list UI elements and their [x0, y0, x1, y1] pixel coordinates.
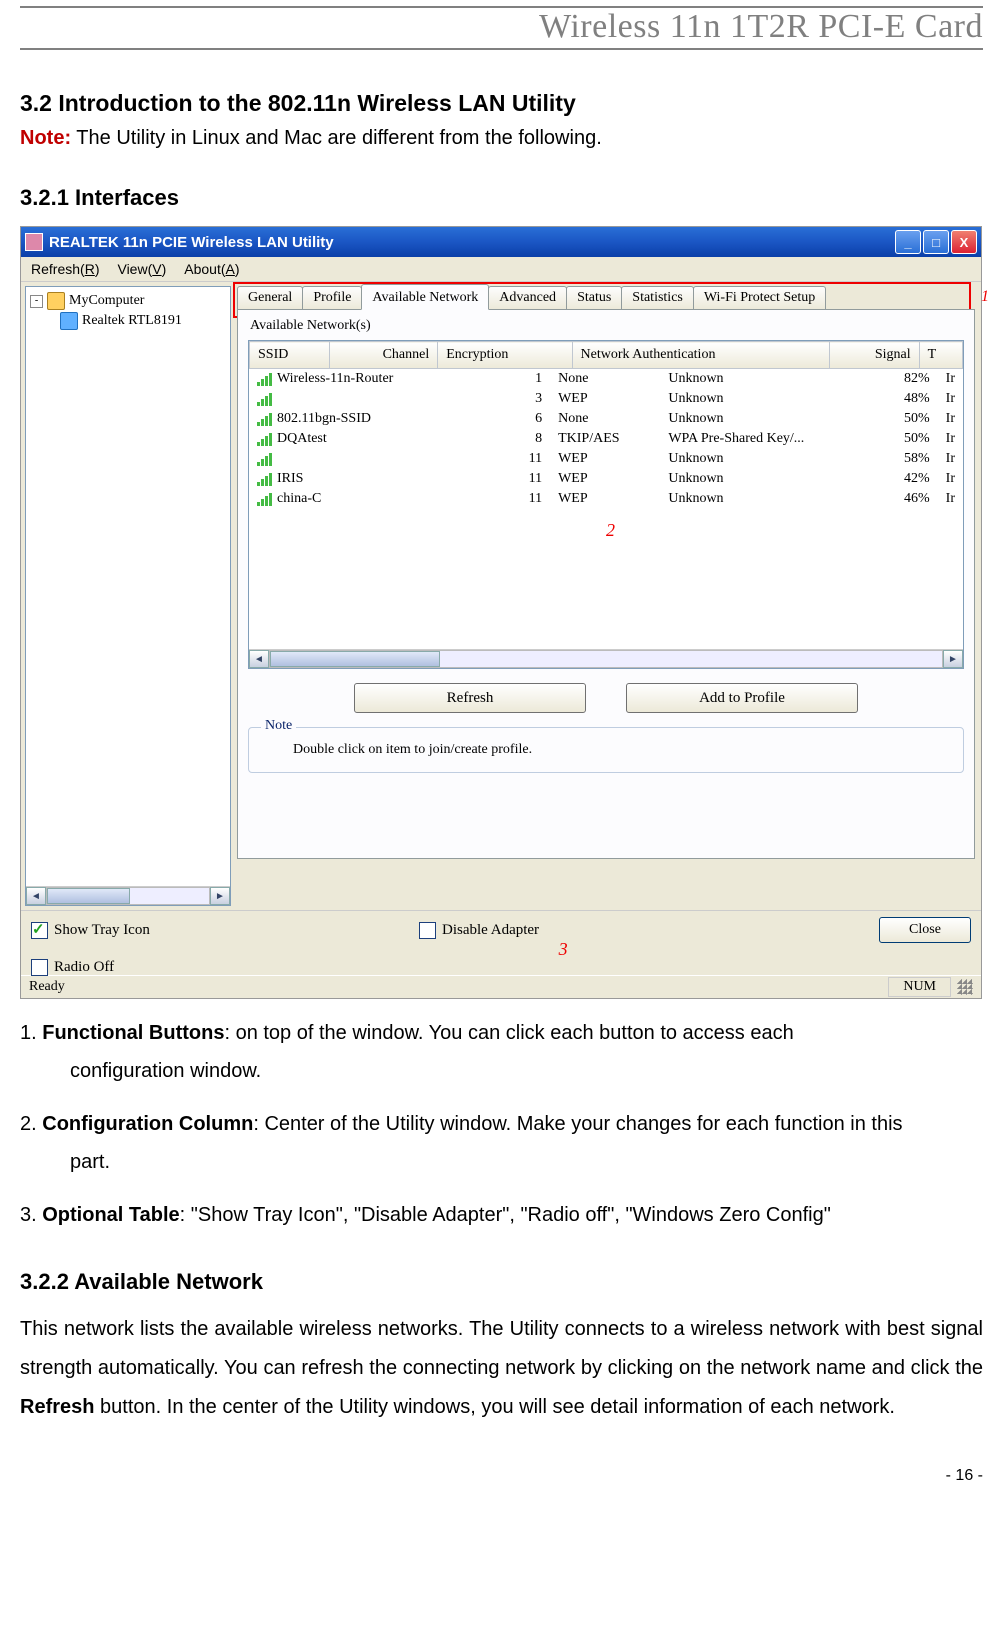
table-row[interactable]: china-C11WEPUnknown46%Ir — [249, 489, 963, 509]
status-ready: Ready — [29, 979, 65, 995]
table-scroll-thumb[interactable] — [270, 651, 440, 667]
tab-statistics[interactable]: Statistics — [621, 286, 694, 310]
page-header: Wireless 11n 1T2R PCI-E Card — [20, 6, 983, 50]
available-network-para: This network lists the available wireles… — [20, 1310, 983, 1427]
tab-general[interactable]: General — [237, 286, 303, 310]
note-box-title: Note — [261, 718, 296, 734]
computer-icon — [47, 292, 65, 310]
option-bar: 3 Show Tray Icon Disable Adapter Close R… — [21, 910, 981, 975]
status-num: NUM — [888, 977, 951, 997]
scroll-track[interactable] — [46, 887, 210, 905]
desc-2: 2. Configuration Column: Center of the U… — [20, 1105, 983, 1181]
desc-3: 3. Optional Table: "Show Tray Icon", "Di… — [20, 1196, 983, 1234]
callout-3: 3 — [559, 939, 568, 960]
network-table[interactable]: SSID Channel Encryption Network Authenti… — [249, 341, 963, 369]
menu-view[interactable]: View(V) — [117, 261, 166, 277]
col-channel[interactable]: Channel — [330, 342, 438, 369]
col-encryption[interactable]: Encryption — [438, 342, 572, 369]
label-radio-off: Radio Off — [54, 959, 114, 976]
label-disable-adapter: Disable Adapter — [442, 922, 539, 939]
table-row[interactable]: DQAtest8TKIP/AESWPA Pre-Shared Key/...50… — [249, 429, 963, 449]
scroll-right-icon[interactable]: ► — [210, 887, 230, 905]
minimize-button[interactable]: _ — [895, 230, 921, 254]
note-label: Note: — [20, 127, 71, 149]
table-scroll-left-icon[interactable]: ◄ — [249, 650, 269, 668]
scroll-left-icon[interactable]: ◄ — [26, 887, 46, 905]
tab-wps[interactable]: Wi-Fi Protect Setup — [693, 286, 826, 310]
adapter-icon — [60, 312, 78, 330]
fieldset-title: Available Network(s) — [250, 318, 964, 334]
table-scroll-track[interactable] — [269, 650, 943, 668]
window-close-button[interactable]: X — [951, 230, 977, 254]
tree-collapse-icon[interactable]: - — [30, 295, 43, 308]
note-line: Note: The Utility in Linux and Mac are d… — [20, 127, 983, 150]
checkbox-disable-adapter[interactable] — [419, 922, 436, 939]
menu-about[interactable]: About(A) — [184, 261, 239, 277]
window-title: REALTEK 11n PCIE Wireless LAN Utility — [49, 234, 334, 251]
table-row[interactable]: 3WEPUnknown48%Ir — [249, 389, 963, 409]
add-to-profile-button[interactable]: Add to Profile — [626, 683, 858, 713]
table-row[interactable]: IRIS11WEPUnknown42%Ir — [249, 469, 963, 489]
tab-advanced[interactable]: Advanced — [488, 286, 567, 310]
page-number: - 16 - — [20, 1467, 983, 1485]
signal-icon — [257, 372, 273, 386]
subsection-available-network: 3.2.2 Available Network — [20, 1269, 983, 1295]
titlebar[interactable]: REALTEK 11n PCIE Wireless LAN Utility _ … — [21, 227, 981, 257]
subsection-interfaces: 3.2.1 Interfaces — [20, 185, 983, 211]
statusbar: Ready NUM — [21, 975, 981, 998]
scroll-thumb[interactable] — [47, 888, 130, 904]
callout-1: 1 — [981, 288, 989, 306]
signal-icon — [257, 432, 273, 446]
table-scroll-right-icon[interactable]: ► — [943, 650, 963, 668]
signal-icon — [257, 412, 273, 426]
note-box: Note Double click on item to join/create… — [248, 727, 964, 773]
close-button[interactable]: Close — [879, 917, 971, 943]
tree-root[interactable]: MyComputer — [69, 293, 144, 309]
signal-icon — [257, 392, 273, 406]
checkbox-radio-off[interactable] — [31, 959, 48, 976]
menubar: Refresh(R) View(V) About(A) — [21, 257, 981, 282]
tab-status[interactable]: Status — [566, 286, 622, 310]
tab-available-network[interactable]: Available Network — [361, 284, 489, 310]
col-ssid[interactable]: SSID — [250, 342, 330, 369]
label-show-tray: Show Tray Icon — [54, 922, 150, 939]
maximize-button[interactable]: □ — [923, 230, 949, 254]
col-type[interactable]: T — [919, 342, 962, 369]
refresh-button[interactable]: Refresh — [354, 683, 586, 713]
tree-adapter[interactable]: Realtek RTL8191 — [82, 313, 182, 329]
note-box-text: Double click on item to join/create prof… — [263, 742, 949, 758]
note-text: The Utility in Linux and Mac are differe… — [71, 127, 602, 149]
table-row[interactable]: Wireless-11n-Router1NoneUnknown82%Ir — [249, 369, 963, 389]
signal-icon — [257, 452, 273, 466]
signal-icon — [257, 492, 273, 506]
app-icon — [25, 233, 43, 251]
tab-panel: 2 Available Network(s) SSID Channel Encr… — [237, 309, 975, 859]
desc-1: 1. Functional Buttons: on top of the win… — [20, 1014, 983, 1090]
tab-strip: 1 General Profile Available Network Adva… — [237, 286, 975, 310]
table-row[interactable]: 11WEPUnknown58%Ir — [249, 449, 963, 469]
network-table-wrap: SSID Channel Encryption Network Authenti… — [248, 340, 964, 669]
device-tree[interactable]: - MyComputer Realtek RTL8191 ◄ ► — [25, 286, 231, 906]
table-row[interactable]: 802.11bgn-SSID6NoneUnknown50%Ir — [249, 409, 963, 429]
menu-refresh[interactable]: Refresh(R) — [31, 261, 99, 277]
col-auth[interactable]: Network Authentication — [572, 342, 830, 369]
resize-grip-icon[interactable] — [957, 979, 973, 995]
signal-icon — [257, 472, 273, 486]
col-signal[interactable]: Signal — [830, 342, 919, 369]
section-heading: 3.2 Introduction to the 802.11n Wireless… — [20, 90, 983, 117]
checkbox-show-tray[interactable] — [31, 922, 48, 939]
tab-profile[interactable]: Profile — [302, 286, 362, 310]
app-window: REALTEK 11n PCIE Wireless LAN Utility _ … — [20, 226, 982, 999]
